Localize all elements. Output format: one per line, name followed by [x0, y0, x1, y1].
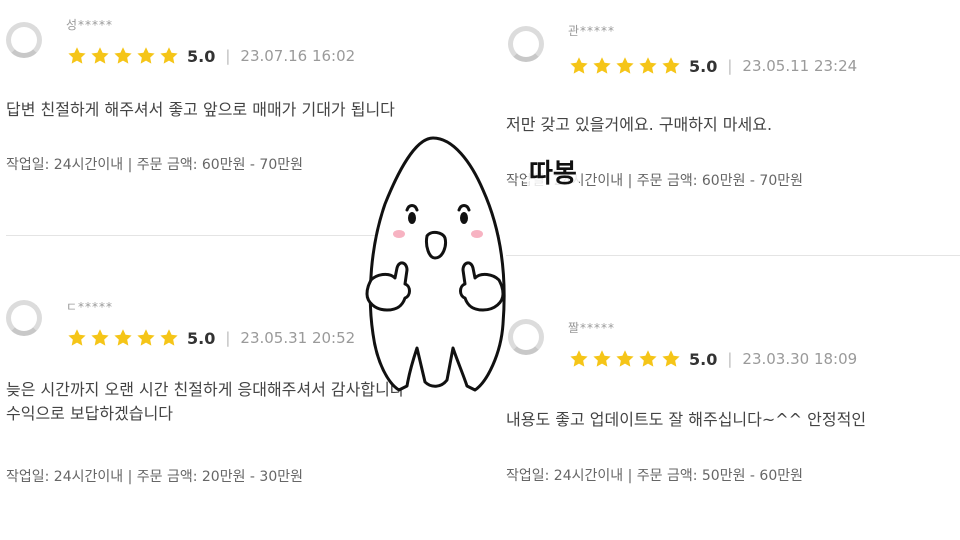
star-icon [68, 47, 86, 64]
rating-separator: | [727, 350, 733, 368]
review-content: 늦은 시간까지 오랜 시간 친절하게 응대해주셔서 감사합니다 [6, 380, 405, 399]
star-icon [91, 47, 109, 64]
review-meta: 작업일: 24시간이내 | 주문 금액: 50만원 - 60만원 [506, 468, 803, 484]
star-rating [66, 46, 181, 66]
rating-separator: | [727, 57, 733, 75]
avatar [6, 300, 42, 336]
star-rating [568, 349, 683, 369]
rating-separator: | [225, 47, 231, 65]
rating-separator: | [225, 329, 231, 347]
star-icon [662, 350, 680, 367]
rating-score: 5.0 [689, 56, 718, 76]
review-date: 23.07.16 16:02 [240, 47, 356, 65]
star-icon [662, 57, 680, 74]
star-icon [593, 57, 611, 74]
rice-grain-thumbs-up-icon [365, 136, 506, 392]
mascot-label: 따봉 [527, 153, 579, 190]
reviewer-name: 관***** [568, 24, 616, 38]
review-meta: 작업일: 24시간이내 | 주문 금액: 20만원 - 30만원 [6, 469, 303, 485]
review-card: 짤***** 5.0 | 23.03.30 18:09 내용도 좋고 업데이트도… [500, 305, 960, 540]
star-icon [160, 329, 178, 346]
rating-score: 5.0 [689, 349, 718, 369]
rating-row: 5.0 | 23.05.31 20:52 [66, 328, 355, 348]
star-icon [114, 329, 132, 346]
review-meta: 작업일: 24시간이내 | 주문 금액: 60만원 - 70만원 [6, 157, 303, 173]
star-icon [616, 57, 634, 74]
star-icon [137, 47, 155, 64]
rating-score: 5.0 [187, 328, 216, 348]
star-icon [639, 57, 657, 74]
reviewer-name: 성***** [66, 18, 114, 32]
avatar [6, 22, 42, 58]
reviewer-name: ㄷ***** [66, 300, 114, 314]
avatar [508, 26, 544, 62]
review-content: 저만 갖고 있을거에요. 구매하지 마세요. [506, 115, 773, 134]
review-content-line-2: 수익으로 보답하겠습니다 [6, 404, 174, 423]
review-content: 내용도 좋고 업데이트도 잘 해주십니다~^^ 안정적인 [506, 410, 867, 429]
star-icon [570, 350, 588, 367]
review-date: 23.03.30 18:09 [742, 350, 858, 368]
review-card: 관***** 5.0 | 23.05.11 23:24 저만 갖고 있을거에요.… [500, 0, 960, 255]
reviewer-name: 짤***** [568, 321, 616, 335]
rating-row: 5.0 | 23.03.30 18:09 [568, 349, 857, 369]
star-rating [568, 56, 683, 76]
star-icon [593, 350, 611, 367]
rating-row: 5.0 | 23.05.11 23:24 [568, 56, 857, 76]
star-icon [570, 57, 588, 74]
star-icon [68, 329, 86, 346]
star-icon [137, 329, 155, 346]
review-content: 답변 친절하게 해주셔서 좋고 앞으로 매매가 기대가 됩니다 [6, 100, 395, 119]
star-icon [639, 350, 657, 367]
review-date: 23.05.11 23:24 [742, 57, 858, 75]
star-icon [616, 350, 634, 367]
star-rating [66, 328, 181, 348]
rating-row: 5.0 | 23.07.16 16:02 [66, 46, 355, 66]
star-icon [114, 47, 132, 64]
review-date: 23.05.31 20:52 [240, 329, 356, 347]
divider [506, 255, 960, 256]
rating-score: 5.0 [187, 46, 216, 66]
star-icon [160, 47, 178, 64]
star-icon [91, 329, 109, 346]
